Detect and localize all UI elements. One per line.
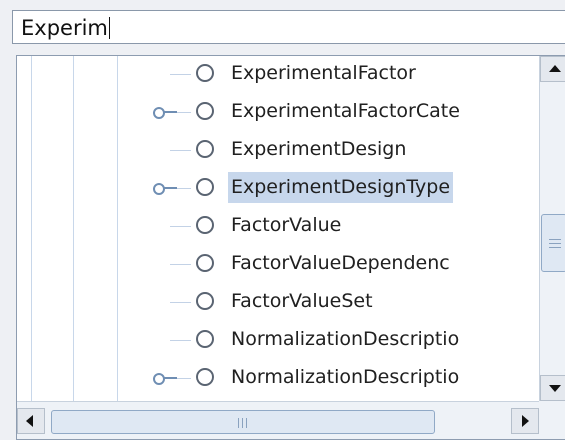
scroll-up-button[interactable] <box>540 56 565 82</box>
tree-item[interactable]: NormalizationDescriptio <box>17 322 537 360</box>
grip-line <box>549 243 561 244</box>
class-browser-window: Experim ExperimentalFactor ExperimentalFa… <box>0 0 565 440</box>
grip-line <box>242 418 243 428</box>
tree-branch-line <box>170 264 191 265</box>
tree-item-label: ExperimentalFactorCate <box>231 100 460 122</box>
circle-icon <box>196 368 214 386</box>
circle-icon <box>196 254 214 272</box>
tree-item-label: ExperimentDesignType <box>228 172 454 203</box>
circle-icon <box>196 330 214 348</box>
tree-branch-line <box>170 74 191 75</box>
vertical-scroll-thumb[interactable] <box>541 214 565 272</box>
tree-branch-line <box>170 226 191 227</box>
text-caret <box>108 17 110 39</box>
tree-item-label: NormalizationDescriptio <box>231 366 460 388</box>
tree-item[interactable]: NormalizationDescriptio <box>17 360 537 398</box>
grip-line <box>238 418 239 428</box>
circle-icon <box>196 216 214 234</box>
grip-line <box>246 418 247 428</box>
search-input[interactable]: Experim <box>12 10 565 44</box>
scrollbar-corner <box>539 401 565 439</box>
tree-item[interactable]: FactorValue <box>17 208 537 246</box>
tree-item[interactable]: ExperimentDesignType <box>17 170 537 208</box>
grip-line <box>549 247 561 248</box>
search-input-text: Experim <box>21 16 110 40</box>
expander-handle-icon[interactable] <box>153 371 181 385</box>
tree-branch-line <box>170 340 191 341</box>
tree-item-label: FactorValueDependenc <box>231 252 450 274</box>
circle-icon <box>196 102 214 120</box>
tree-branch-line <box>170 150 191 151</box>
tree-item[interactable]: FactorValueDependenc <box>17 246 537 284</box>
scroll-left-button[interactable] <box>17 408 45 434</box>
grip-line <box>549 239 561 240</box>
horizontal-scroll-thumb[interactable] <box>51 410 435 434</box>
tree-item-label: ExperimentDesign <box>231 138 407 160</box>
tree-item-label: FactorValue <box>231 214 342 236</box>
tree-item[interactable]: ExperimentalFactor <box>17 56 537 94</box>
expander-handle-icon[interactable] <box>153 181 181 195</box>
expander-handle-icon[interactable] <box>153 105 181 119</box>
class-tree-panel[interactable]: ExperimentalFactor ExperimentalFactorCate… <box>16 55 565 440</box>
circle-icon <box>196 292 214 310</box>
tree-item[interactable]: ExperimentalFactorCate <box>17 94 537 132</box>
circle-icon <box>196 178 214 196</box>
tree-item-label: NormalizationDescriptio <box>231 328 460 350</box>
horizontal-scrollbar[interactable] <box>17 401 565 439</box>
tree-item-label: FactorValueSet <box>231 290 373 312</box>
scroll-right-button[interactable] <box>511 408 539 434</box>
tree-branch-line <box>170 302 191 303</box>
circle-icon <box>196 140 214 158</box>
scroll-down-button[interactable] <box>540 375 565 401</box>
tree-item-label: ExperimentalFactor <box>231 62 416 84</box>
vertical-scrollbar[interactable] <box>539 56 565 401</box>
tree-item[interactable]: ExperimentDesign <box>17 132 537 170</box>
circle-icon <box>196 64 214 82</box>
tree-item[interactable]: FactorValueSet <box>17 284 537 322</box>
